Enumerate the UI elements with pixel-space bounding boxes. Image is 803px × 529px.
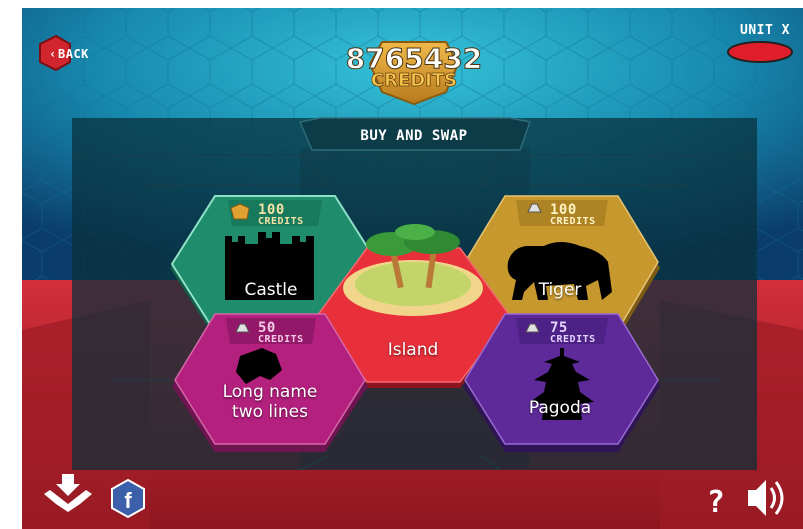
back-arrow-icon: ‹: [49, 47, 57, 61]
game-scene: BUY AND SWAP 8765432 CREDITS ‹ BACK UNIT…: [22, 8, 803, 529]
credits-label: CREDITS: [371, 70, 457, 91]
panel-title: BUY AND SWAP: [360, 128, 467, 144]
long-name-price-label: CREDITS: [258, 334, 304, 345]
help-button[interactable]: ?: [707, 485, 726, 520]
facebook-button[interactable]: f: [111, 478, 145, 519]
long-name-label: Long name two lines: [222, 382, 318, 422]
island-label: Island: [387, 340, 439, 360]
castle-price-label: CREDITS: [258, 216, 304, 227]
unit-hex-icon: [727, 41, 793, 63]
unit-label: UNIT X: [740, 23, 790, 38]
tiger-price-label: CREDITS: [550, 216, 596, 227]
svg-text:f: f: [124, 488, 132, 513]
pagoda-label: Pagoda: [528, 398, 592, 418]
pagoda-price-label: CREDITS: [550, 334, 596, 345]
help-icon: ?: [707, 485, 726, 520]
tiger-label: Tiger: [538, 280, 582, 300]
castle-label: Castle: [244, 280, 298, 300]
back-label: BACK: [58, 47, 89, 61]
